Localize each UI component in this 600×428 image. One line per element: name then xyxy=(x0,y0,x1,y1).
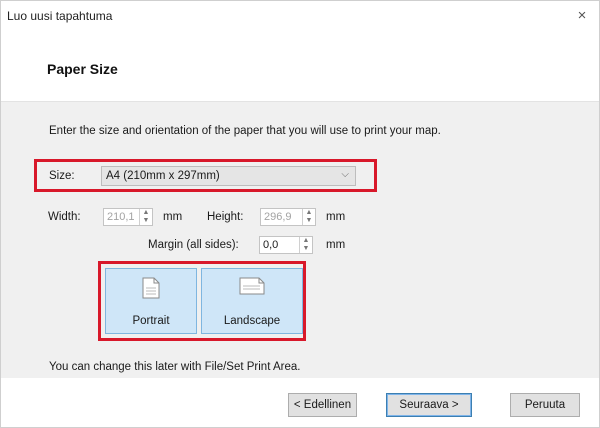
stepper-arrows-icon: ▲ ▼ xyxy=(299,237,312,253)
margin-label: Margin (all sides): xyxy=(148,239,239,251)
chevron-down-icon: ⌵ xyxy=(341,169,349,180)
height-unit: mm xyxy=(326,211,346,223)
portrait-page-icon xyxy=(142,277,160,299)
width-unit: mm xyxy=(163,211,183,223)
title-bar: Luo uusi tapahtuma × xyxy=(1,1,599,31)
margin-value: 0,0 xyxy=(263,239,279,251)
orientation-highlight-box: Portrait Landscape xyxy=(98,261,306,341)
size-label: Size: xyxy=(49,170,75,182)
page-title: Paper Size xyxy=(47,61,118,77)
wizard-content: Enter the size and orientation of the pa… xyxy=(1,102,599,378)
height-stepper[interactable]: 296,9 ▲ ▼ xyxy=(260,208,316,226)
width-stepper[interactable]: 210,1 ▲ ▼ xyxy=(103,208,153,226)
margin-unit: mm xyxy=(326,239,346,251)
cancel-button[interactable]: Peruuta xyxy=(510,393,580,417)
close-icon: × xyxy=(577,7,587,24)
height-label: Height: xyxy=(207,211,244,223)
paper-size-dropdown[interactable]: A4 (210mm x 297mm) ⌵ xyxy=(101,166,356,186)
width-label: Width: xyxy=(48,211,81,223)
intro-text: Enter the size and orientation of the pa… xyxy=(49,125,441,137)
back-button[interactable]: < Edellinen xyxy=(288,393,357,417)
hint-text: You can change this later with File/Set … xyxy=(49,361,301,373)
portrait-button[interactable]: Portrait xyxy=(105,268,197,334)
stepper-arrows-icon: ▲ ▼ xyxy=(139,209,152,225)
height-value: 296,9 xyxy=(264,211,292,223)
landscape-label: Landscape xyxy=(223,315,281,327)
landscape-page-icon xyxy=(239,277,265,295)
stepper-arrows-icon: ▲ ▼ xyxy=(302,209,315,225)
portrait-label: Portrait xyxy=(132,315,170,327)
margin-stepper[interactable]: 0,0 ▲ ▼ xyxy=(259,236,313,254)
close-button[interactable]: × xyxy=(571,5,593,27)
landscape-button[interactable]: Landscape xyxy=(201,268,303,334)
size-highlight-box: Size: A4 (210mm x 297mm) ⌵ xyxy=(34,159,377,192)
wizard-header: Paper Size xyxy=(1,31,599,102)
paper-size-value: A4 (210mm x 297mm) xyxy=(106,170,220,182)
wizard-footer: < Edellinen Seuraava > Peruuta xyxy=(1,378,599,427)
dialog-window: Luo uusi tapahtuma × Paper Size Enter th… xyxy=(0,0,600,428)
width-value: 210,1 xyxy=(107,211,135,223)
window-title: Luo uusi tapahtuma xyxy=(7,9,113,23)
next-button[interactable]: Seuraava > xyxy=(386,393,472,417)
